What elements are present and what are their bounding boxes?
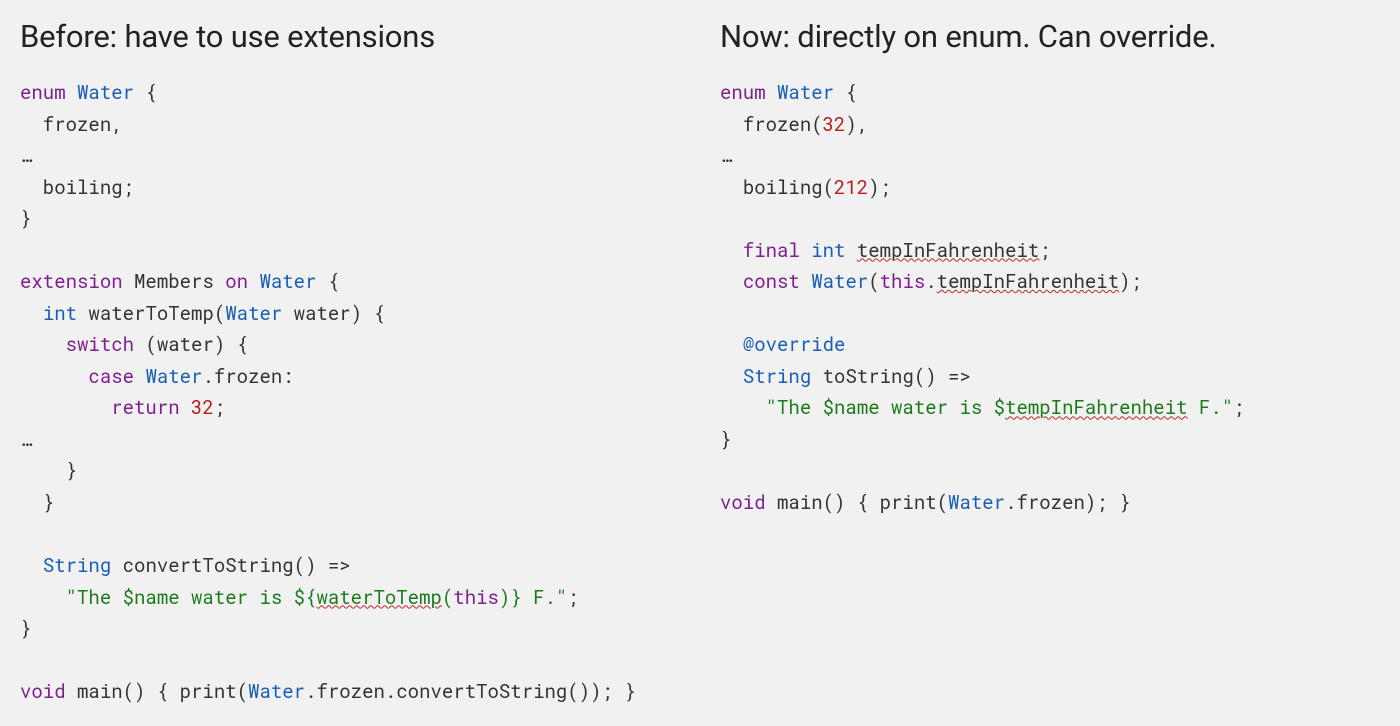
indent: [720, 238, 743, 263]
ext-name: Members: [123, 269, 226, 294]
code-line: frozen,: [20, 112, 123, 137]
brace: }: [20, 458, 77, 483]
code-line: boiling;: [20, 175, 134, 200]
keyword-this: this: [880, 269, 926, 294]
type-water: Water: [777, 80, 834, 105]
semicolon: ;: [1039, 238, 1050, 263]
fn-name: convertToString() =>: [111, 553, 350, 578]
fn-name: toString() =>: [811, 364, 971, 389]
keyword-switch: switch: [66, 332, 134, 357]
number-32: 32: [191, 395, 214, 420]
indent: [720, 175, 743, 200]
rest: water) {: [282, 301, 385, 326]
keyword-on: on: [225, 269, 248, 294]
indent: [20, 553, 43, 578]
ellipsis: …: [20, 427, 31, 452]
keyword-enum: enum: [20, 80, 66, 105]
type-int: int: [43, 301, 77, 326]
type-string: String: [743, 364, 811, 389]
semicolon: ;: [567, 585, 578, 610]
keyword-final: final: [743, 238, 800, 263]
dot: .: [925, 269, 936, 294]
type-int: int: [811, 238, 845, 263]
ident-squiggle: tempInFahrenheit: [937, 269, 1119, 294]
paren: (: [868, 269, 879, 294]
indent: [720, 112, 743, 137]
left-code: enum Water { frozen, … boiling; } extens…: [20, 77, 680, 708]
keyword-enum: enum: [720, 80, 766, 105]
string-quote: ": [66, 585, 77, 610]
ident-squiggle: tempInFahrenheit: [857, 238, 1039, 263]
brace: }: [20, 206, 31, 231]
rest: (water) {: [134, 332, 248, 357]
left-column: Before: have to use extensions enum Wate…: [20, 18, 680, 708]
indent: [20, 332, 66, 357]
keyword-void: void: [20, 679, 66, 704]
rest: .frozen); }: [1005, 490, 1130, 515]
rest: );: [1119, 269, 1142, 294]
ellipsis: …: [20, 143, 31, 168]
string-part: )} F.": [499, 585, 567, 610]
string-part: (: [442, 585, 453, 610]
right-code: enum Water { frozen(32), … boiling(212);…: [720, 77, 1380, 518]
indent: [720, 269, 743, 294]
string-squiggle: waterToTemp: [316, 585, 441, 610]
type-water: Water: [811, 269, 868, 294]
type-water: Water: [248, 679, 305, 704]
string-quote: ": [766, 395, 777, 420]
indent: [20, 395, 111, 420]
rest: ),: [845, 112, 868, 137]
indent: [20, 585, 66, 610]
number-32: 32: [823, 112, 846, 137]
keyword-void: void: [720, 490, 766, 515]
keyword-return: return: [111, 395, 179, 420]
brace: {: [834, 80, 857, 105]
indent: [20, 301, 43, 326]
member: frozen:: [214, 364, 294, 389]
type-water: Water: [259, 269, 316, 294]
keyword-extension: extension: [20, 269, 123, 294]
semicolon: ;: [1233, 395, 1244, 420]
semicolon: ;: [214, 395, 225, 420]
brace: {: [134, 80, 157, 105]
dot: .: [202, 364, 213, 389]
brace: }: [720, 427, 731, 452]
brace: }: [20, 490, 54, 515]
main-call: main() { print(: [66, 679, 248, 704]
entry-boiling: boiling(: [743, 175, 834, 200]
right-column: Now: directly on enum. Can override. enu…: [720, 18, 1380, 708]
indent: [720, 364, 743, 389]
brace: {: [316, 269, 339, 294]
fn-name: waterToTemp(: [77, 301, 225, 326]
annotation-override: @override: [743, 332, 846, 357]
left-heading: Before: have to use extensions: [20, 18, 680, 55]
main-call: main() { print(: [766, 490, 948, 515]
string-part: The $name water is ${: [77, 585, 316, 610]
keyword-case: case: [88, 364, 134, 389]
type-water: Water: [145, 364, 202, 389]
columns: Before: have to use extensions enum Wate…: [20, 18, 1380, 708]
right-heading: Now: directly on enum. Can override.: [720, 18, 1380, 55]
type-water: Water: [77, 80, 134, 105]
indent: [720, 395, 766, 420]
entry-frozen: frozen(: [743, 112, 823, 137]
type-water: Water: [948, 490, 1005, 515]
string-squiggle: tempInFahrenheit: [1005, 395, 1187, 420]
indent: [720, 332, 743, 357]
string-part: The $name water is $: [777, 395, 1005, 420]
keyword-this: this: [453, 585, 499, 610]
indent: [20, 364, 88, 389]
number-212: 212: [834, 175, 868, 200]
brace: }: [20, 616, 31, 641]
keyword-const: const: [743, 269, 800, 294]
rest: .frozen.convertToString()); }: [305, 679, 636, 704]
rest: );: [868, 175, 891, 200]
type-water: Water: [225, 301, 282, 326]
ellipsis: …: [720, 143, 731, 168]
type-string: String: [43, 553, 111, 578]
string-part: F.": [1188, 395, 1234, 420]
